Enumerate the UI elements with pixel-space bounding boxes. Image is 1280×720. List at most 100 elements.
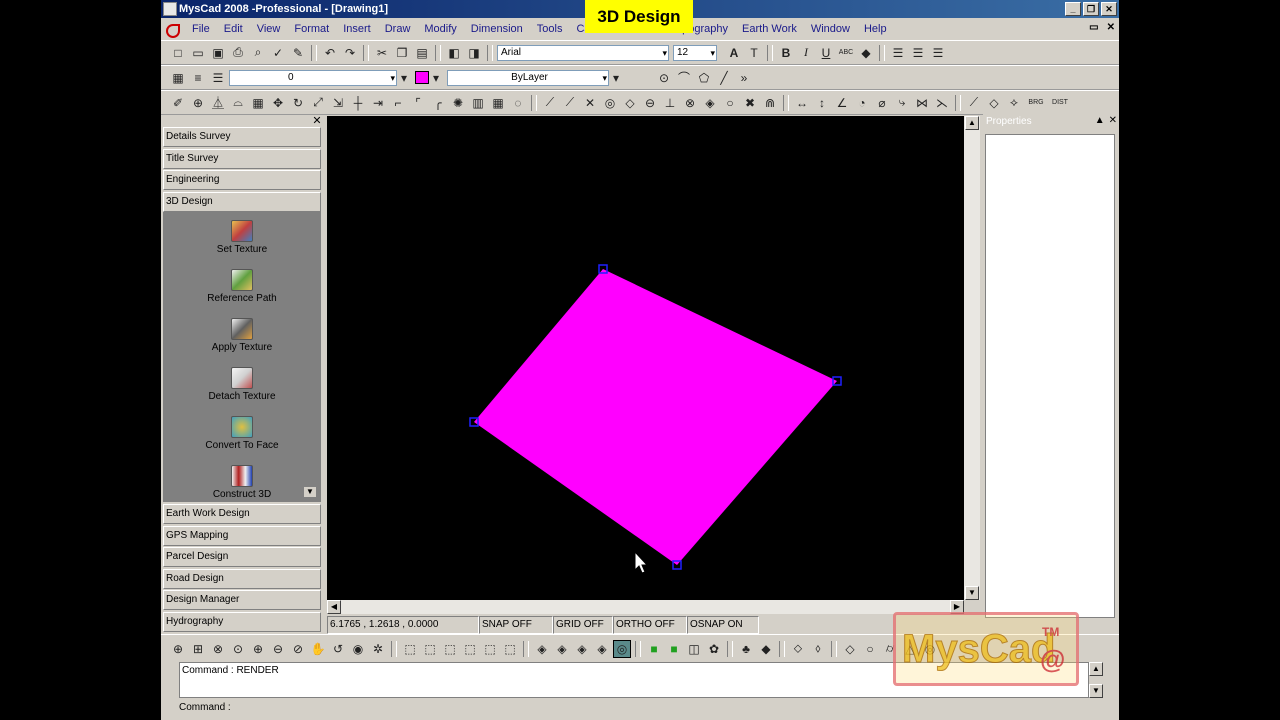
dimension-angular-icon[interactable]: ∠: [833, 94, 851, 112]
ortho-toggle[interactable]: ORTHO OFF: [613, 616, 687, 634]
snap-none-icon[interactable]: ✖: [741, 94, 759, 112]
copy-icon[interactable]: ❐: [393, 44, 411, 62]
underline-button[interactable]: U: [817, 44, 835, 62]
category-gps-mapping[interactable]: GPS Mapping: [163, 526, 321, 546]
print-preview-icon[interactable]: ⌕: [249, 44, 267, 62]
category-title-survey[interactable]: Title Survey: [163, 149, 321, 169]
scroll-left-icon[interactable]: ◀: [327, 600, 341, 614]
category-engineering[interactable]: Engineering: [163, 170, 321, 190]
view-back-icon[interactable]: ⬚: [501, 640, 519, 658]
snap-tangent-icon[interactable]: ⊖: [641, 94, 659, 112]
menu-format[interactable]: Format: [287, 23, 336, 35]
zoom-dynamic-icon[interactable]: ⊗: [209, 640, 227, 658]
undo-icon[interactable]: ↶: [321, 44, 339, 62]
snap-endpoint-icon[interactable]: ⟋: [541, 94, 559, 112]
iso-sw-icon[interactable]: ◈: [533, 640, 551, 658]
text-color-icon[interactable]: ◆: [857, 44, 875, 62]
mtext-icon[interactable]: T: [745, 44, 763, 62]
spell-button[interactable]: ABC: [837, 44, 855, 62]
dimension-edit-icon[interactable]: ⋋: [933, 94, 951, 112]
color-swatch[interactable]: [415, 71, 429, 84]
tool-construct-3d[interactable]: Construct 3D: [163, 465, 321, 500]
copy-object-icon[interactable]: ⊕: [189, 94, 207, 112]
layer-state-icon[interactable]: ≡: [189, 69, 207, 87]
match-properties-icon[interactable]: ✎: [289, 44, 307, 62]
minimize-button[interactable]: _: [1065, 2, 1081, 16]
menu-view[interactable]: View: [250, 23, 288, 35]
new-file-icon[interactable]: □: [169, 44, 187, 62]
explode-icon[interactable]: ✺: [449, 94, 467, 112]
category-road-design[interactable]: Road Design: [163, 569, 321, 589]
move-icon[interactable]: ✥: [269, 94, 287, 112]
snap-intersect-icon[interactable]: ✕: [581, 94, 599, 112]
snap-perpendicular-icon[interactable]: ⊥: [661, 94, 679, 112]
menu-dimension[interactable]: Dimension: [464, 23, 530, 35]
osnap-toggle[interactable]: OSNAP ON: [687, 616, 759, 634]
menu-edit[interactable]: Edit: [217, 23, 250, 35]
stretch-icon[interactable]: ⇲: [329, 94, 347, 112]
trim-icon[interactable]: ┼: [349, 94, 367, 112]
properties-close-button[interactable]: ✕: [1109, 115, 1117, 126]
palette-close-button[interactable]: ✕: [311, 114, 323, 127]
menu-help[interactable]: Help: [857, 23, 894, 35]
tolerance-icon[interactable]: ⋈: [913, 94, 931, 112]
dimension-diameter-icon[interactable]: ⌀: [873, 94, 891, 112]
category-earth-work-design[interactable]: Earth Work Design: [163, 504, 321, 524]
area-icon[interactable]: ◇: [985, 94, 1003, 112]
shade-gouraud-icon[interactable]: ■: [665, 640, 683, 658]
category-design-manager[interactable]: Design Manager: [163, 590, 321, 610]
iso-se-icon[interactable]: ◈: [553, 640, 571, 658]
spell-check-icon[interactable]: ✓: [269, 44, 287, 62]
snap-quadrant-icon[interactable]: ◇: [621, 94, 639, 112]
menu-earth-work[interactable]: Earth Work: [735, 23, 804, 35]
point-icon[interactable]: ⊙: [655, 69, 673, 87]
send-back-icon[interactable]: ◨: [465, 44, 483, 62]
view-top-icon[interactable]: ⬚: [401, 640, 419, 658]
render-icon[interactable]: ◎: [613, 639, 631, 658]
landscape-icon[interactable]: ♣: [737, 640, 755, 658]
zoom-extents-icon[interactable]: ◉: [349, 640, 367, 658]
mdi-restore-button[interactable]: ▭: [1089, 22, 1098, 33]
zoom-all-icon[interactable]: ⊘: [289, 640, 307, 658]
scroll-up-icon[interactable]: ▲: [1089, 662, 1103, 676]
palette-scroll-down-icon[interactable]: ▼: [303, 486, 317, 498]
scroll-down-icon[interactable]: ▼: [965, 586, 979, 600]
category-parcel-design[interactable]: Parcel Design: [163, 547, 321, 567]
command-scrollbar[interactable]: ▲ ▼: [1089, 662, 1103, 698]
redo-icon[interactable]: ↷: [341, 44, 359, 62]
tool-set-texture[interactable]: Set Texture: [163, 220, 321, 255]
pan-icon[interactable]: ✋: [309, 640, 327, 658]
iso-nw-icon[interactable]: ◈: [593, 640, 611, 658]
scroll-up-icon[interactable]: ▲: [965, 116, 979, 130]
maximize-button[interactable]: ❐: [1083, 2, 1099, 16]
snap-center-icon[interactable]: ◎: [601, 94, 619, 112]
menu-file[interactable]: File: [185, 23, 217, 35]
drawing-canvas[interactable]: [327, 116, 964, 600]
canvas-vertical-scrollbar[interactable]: ▲ ▼: [964, 116, 980, 600]
menu-modify[interactable]: Modify: [417, 23, 463, 35]
3d-face[interactable]: [474, 269, 837, 565]
snap-insert-icon[interactable]: ◈: [701, 94, 719, 112]
dimension-linear-icon[interactable]: ↔: [793, 94, 811, 112]
text-style-icon[interactable]: A: [725, 44, 743, 62]
snap-toggle[interactable]: SNAP OFF: [479, 616, 553, 634]
line-icon[interactable]: ╱: [715, 69, 733, 87]
zoom-in-icon[interactable]: ⊕: [249, 640, 267, 658]
menu-insert[interactable]: Insert: [336, 23, 378, 35]
bold-button[interactable]: B: [777, 44, 795, 62]
bring-front-icon[interactable]: ◧: [445, 44, 463, 62]
menu-draw[interactable]: Draw: [378, 23, 418, 35]
dimension-aligned-icon[interactable]: ↕: [813, 94, 831, 112]
cut-icon[interactable]: ✂: [373, 44, 391, 62]
sphere-icon[interactable]: ○: [861, 640, 879, 658]
menu-tools[interactable]: Tools: [530, 23, 570, 35]
view-front-icon[interactable]: ⬚: [481, 640, 499, 658]
polygon-icon[interactable]: ⬠: [695, 69, 713, 87]
layer-dropdown-icon[interactable]: ▾: [399, 69, 409, 87]
fillet-icon[interactable]: ╭: [429, 94, 447, 112]
erase-icon[interactable]: ✐: [169, 94, 187, 112]
font-size-select[interactable]: 12: [673, 44, 717, 61]
leader-icon[interactable]: ⤷: [893, 94, 911, 112]
align-center-icon[interactable]: ☰: [909, 44, 927, 62]
align-right-icon[interactable]: ☰: [929, 44, 947, 62]
